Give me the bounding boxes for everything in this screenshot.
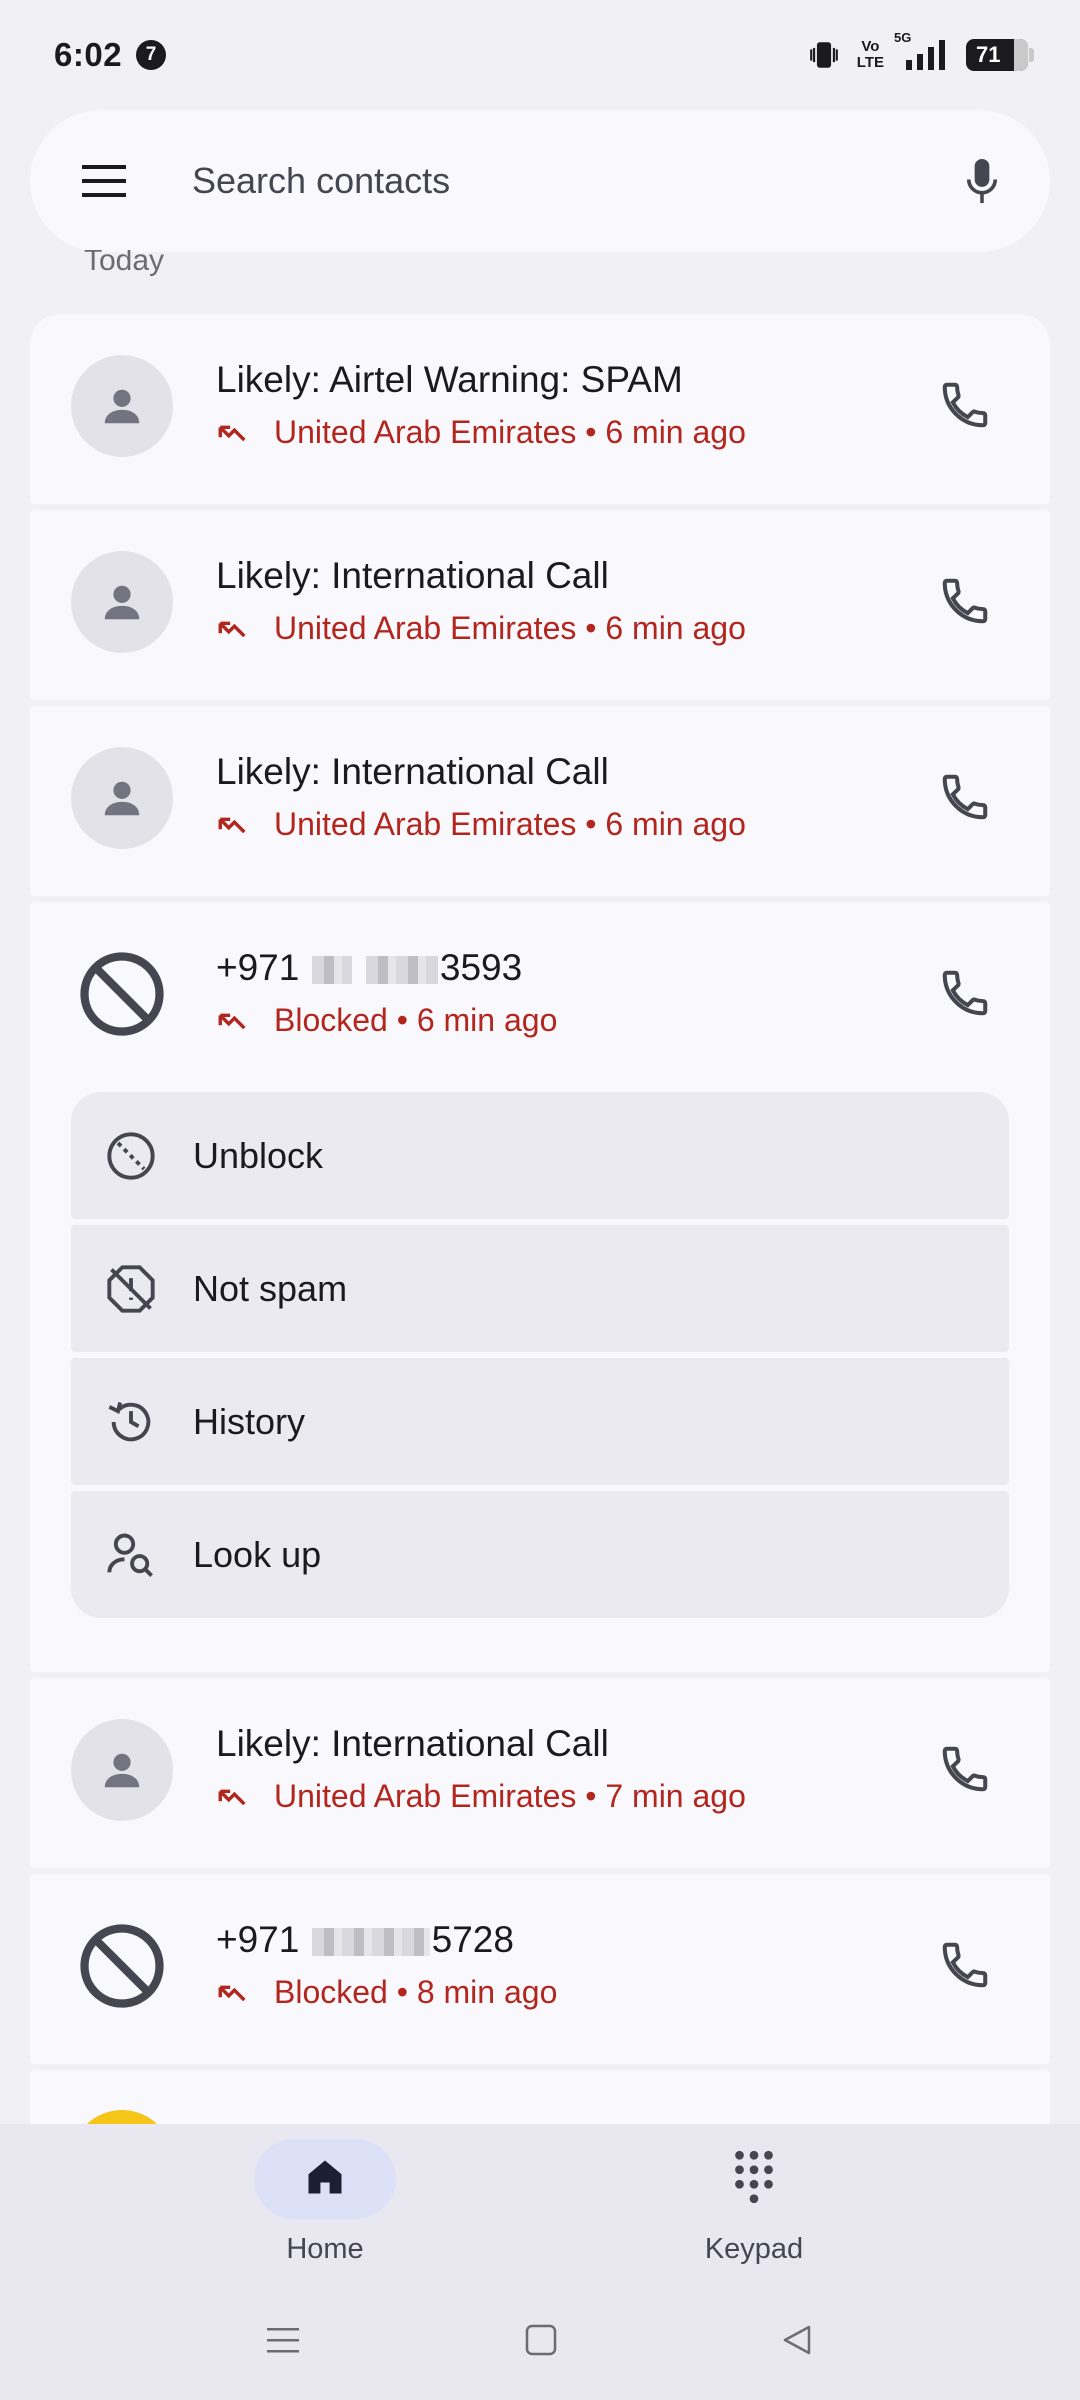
missed-call-icon	[216, 807, 252, 843]
system-navigation-bar	[0, 2280, 1080, 2400]
volte-indicator: Vo LTE	[856, 38, 884, 71]
caller-number: +971 3593	[216, 947, 523, 988]
back-icon[interactable]	[767, 2310, 827, 2370]
bottom-navigation: Home Keypad	[0, 2124, 1080, 2280]
search-input[interactable]	[192, 160, 954, 202]
home-icon	[303, 2155, 347, 2204]
call-log-row-header[interactable]: +971 3593 Blocked • 6 min ago	[30, 902, 1050, 1092]
call-back-phone-icon[interactable]	[930, 1734, 1000, 1804]
redacted-digits	[311, 956, 352, 985]
home-button-icon[interactable]	[511, 2310, 571, 2370]
microphone-icon[interactable]	[954, 153, 1010, 209]
call-log-row[interactable]: +971 5728 Blocked • 8 min ago	[30, 1874, 1050, 2064]
call-log-row[interactable]: Likely: International Call United Arab E…	[30, 706, 1050, 896]
section-label-today: Today	[84, 250, 165, 277]
block-icon	[71, 1915, 173, 2017]
search-bar	[30, 110, 1050, 252]
keypad-icon	[732, 2148, 776, 2211]
notification-count-badge: 7	[136, 40, 167, 70]
caller-name: Likely: International Call	[216, 751, 609, 792]
missed-call-icon	[216, 415, 252, 451]
call-actions-menu: Unblock Not spam History Look up	[71, 1092, 1009, 1624]
call-log-row[interactable]	[30, 2070, 1050, 2130]
person-icon	[71, 551, 173, 653]
nav-home[interactable]: Home	[225, 2139, 425, 2266]
person-icon	[71, 747, 173, 849]
redacted-digits	[365, 956, 438, 985]
caller-name: Likely: International Call	[216, 555, 609, 596]
call-details: United Arab Emirates • 6 min ago	[274, 610, 746, 646]
redacted-digits	[311, 1928, 430, 1957]
caller-name: Likely: Airtel Warning: SPAM	[216, 359, 683, 400]
status-bar: 6:02 7 Vo LTE 5G 71	[0, 0, 1080, 110]
call-log-row[interactable]: Likely: Airtel Warning: SPAM United Arab…	[30, 314, 1050, 504]
recent-apps-icon[interactable]	[253, 2310, 313, 2370]
call-details: United Arab Emirates • 6 min ago	[274, 806, 746, 842]
person-icon	[71, 355, 173, 457]
call-back-phone-icon[interactable]	[930, 958, 1000, 1028]
not-spam-button[interactable]: Not spam	[71, 1225, 1009, 1352]
call-log-list: Likely: Airtel Warning: SPAM United Arab…	[30, 314, 1050, 2136]
vibrate-icon	[807, 38, 841, 72]
call-details: Blocked • 8 min ago	[274, 1974, 558, 2010]
call-log-row[interactable]: Likely: International Call United Arab E…	[30, 1678, 1050, 1868]
lookup-icon	[103, 1527, 159, 1583]
call-log-row[interactable]: Likely: International Call United Arab E…	[30, 510, 1050, 700]
look-up-label: Look up	[193, 1533, 322, 1575]
unblock-icon	[103, 1128, 159, 1184]
call-back-phone-icon[interactable]	[930, 762, 1000, 832]
caller-name: Likely: International Call	[216, 1723, 609, 1764]
battery-icon: 71	[966, 39, 1034, 71]
history-label: History	[193, 1400, 306, 1442]
call-back-phone-icon[interactable]	[930, 566, 1000, 636]
nav-keypad[interactable]: Keypad	[654, 2139, 854, 2266]
call-back-phone-icon[interactable]	[930, 1930, 1000, 2000]
menu-icon[interactable]	[78, 155, 130, 207]
call-back-phone-icon[interactable]	[930, 370, 1000, 440]
look-up-button[interactable]: Look up	[71, 1491, 1009, 1618]
caller-number: +971 5728	[216, 1919, 514, 1960]
missed-call-icon	[216, 1003, 252, 1039]
call-log-row-expanded: +971 3593 Blocked • 6 min ago Unblock No…	[30, 902, 1050, 1672]
person-icon	[71, 1719, 173, 1821]
history-icon	[103, 1394, 159, 1450]
history-button[interactable]: History	[71, 1358, 1009, 1485]
clock: 6:02	[54, 36, 123, 73]
signal-icon: 5G	[894, 30, 950, 72]
nav-keypad-label: Keypad	[704, 2233, 804, 2265]
not-spam-label: Not spam	[193, 1267, 348, 1309]
call-details: Blocked • 6 min ago	[274, 1002, 558, 1038]
block-icon	[71, 943, 173, 1045]
call-details: United Arab Emirates • 7 min ago	[274, 1778, 746, 1814]
unblock-button[interactable]: Unblock	[71, 1092, 1009, 1219]
unblock-label: Unblock	[193, 1134, 324, 1176]
missed-call-icon	[216, 611, 252, 647]
missed-call-icon	[216, 1779, 252, 1815]
missed-call-icon	[216, 1975, 252, 2011]
not-spam-icon	[103, 1261, 159, 1317]
call-details: United Arab Emirates • 6 min ago	[274, 414, 746, 450]
nav-home-label: Home	[286, 2233, 364, 2265]
